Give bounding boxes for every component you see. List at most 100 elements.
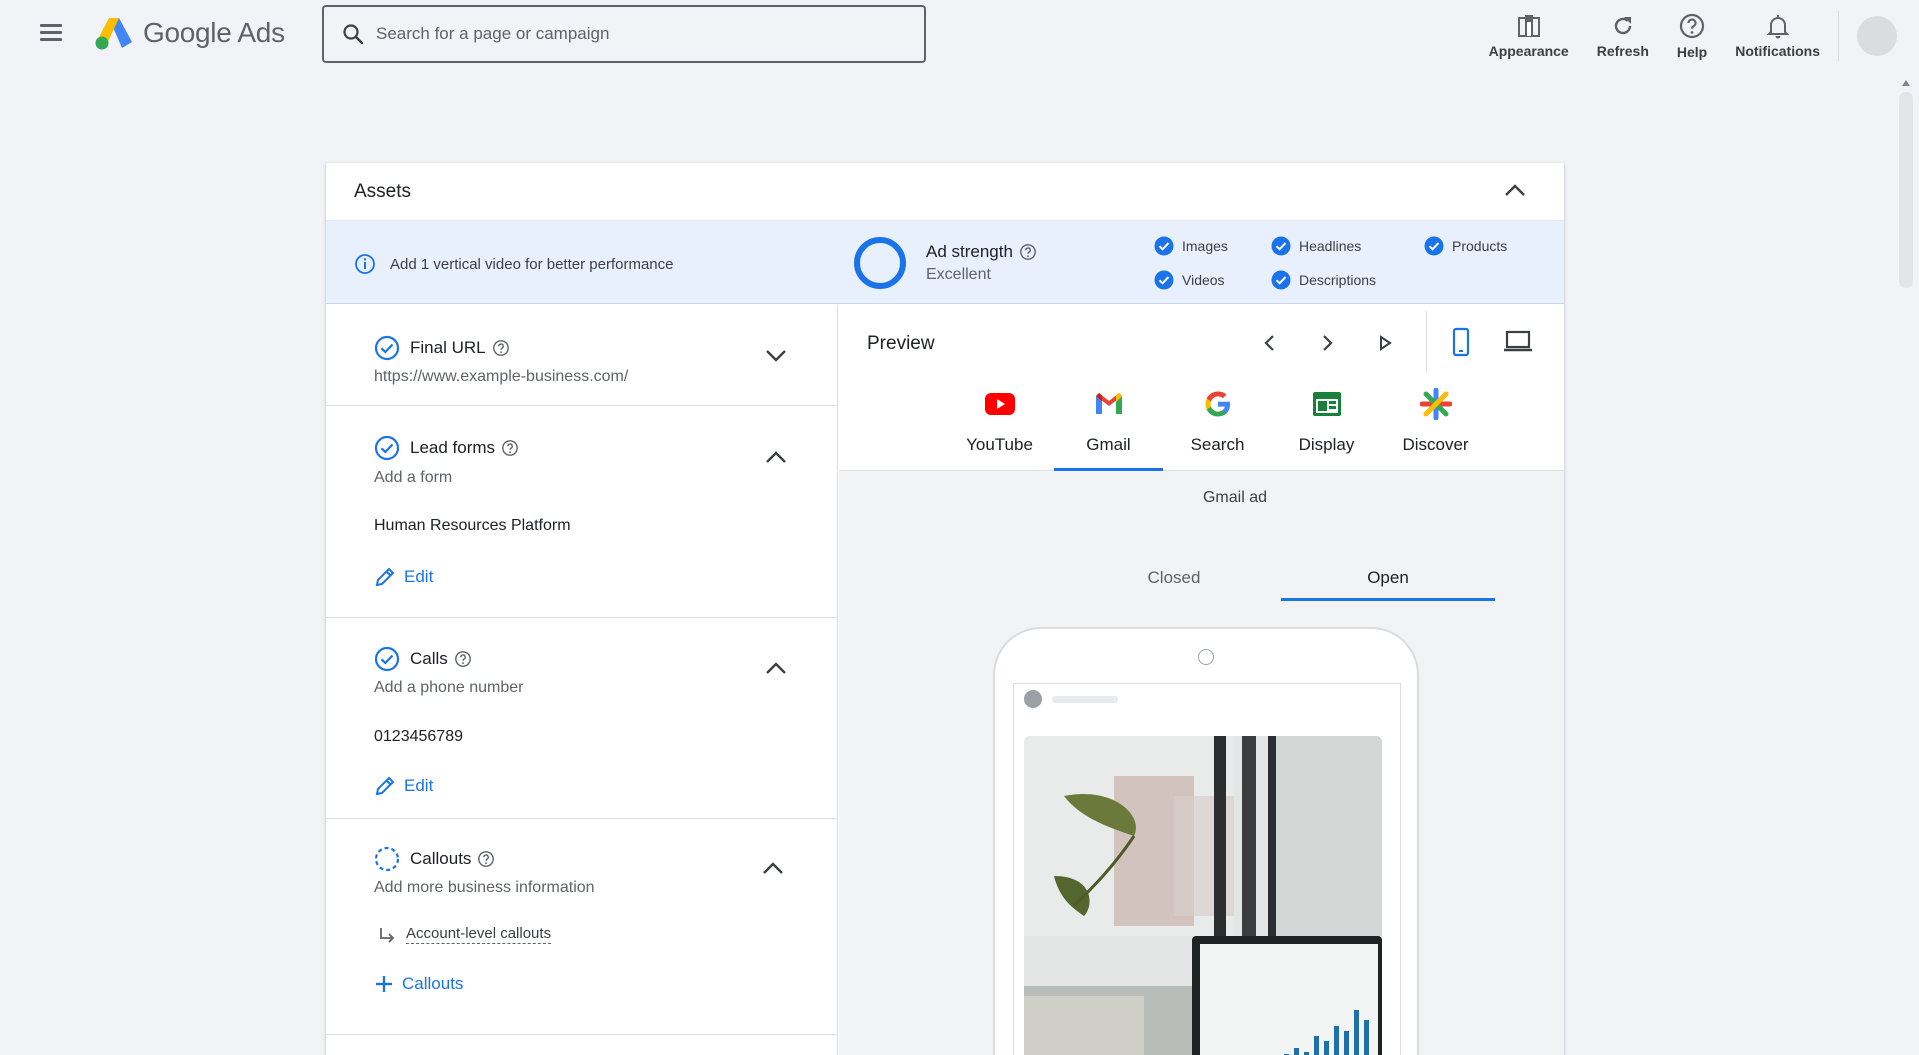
help-icon (1679, 13, 1705, 39)
dashed-circle-icon (374, 846, 400, 872)
check-outline-icon (374, 435, 400, 461)
check-circle-icon (1271, 270, 1291, 290)
check-videos: Videos (1154, 270, 1225, 290)
check-headlines: Headlines (1271, 236, 1361, 256)
refresh-icon (1614, 17, 1631, 35)
channel-label: Search (1190, 435, 1245, 454)
calls-edit-button[interactable]: Edit (374, 775, 433, 797)
tab-youtube[interactable]: YouTube (945, 383, 1054, 471)
top-divider (1838, 11, 1839, 61)
youtube-icon (984, 393, 1015, 415)
refresh-label: Refresh (1596, 43, 1649, 59)
final-url-section[interactable]: Final URL https://www.example-business.c… (326, 305, 837, 406)
check-circle-icon (1424, 236, 1444, 256)
ad-type-label: Gmail ad (1202, 489, 1268, 506)
google-ads-logo-icon (95, 18, 132, 50)
appearance-label: Appearance (1488, 43, 1569, 59)
check-outline-icon (374, 646, 400, 672)
chevron-up-icon[interactable] (765, 661, 787, 675)
chevron-left-icon[interactable] (1260, 331, 1280, 355)
channel-label: Discover (1402, 435, 1469, 454)
asset-sections: Final URL https://www.example-business.c… (326, 305, 838, 1055)
lead-forms-section: Lead forms Add a form Human Resources Pl… (326, 406, 837, 618)
ad-image (1024, 736, 1382, 1055)
mobile-device-icon[interactable] (1451, 327, 1471, 357)
help-icon[interactable] (492, 339, 510, 357)
check-circle-icon (1154, 270, 1174, 290)
chevron-up-icon[interactable] (762, 861, 784, 875)
google-g-icon (1205, 391, 1230, 417)
check-circle-icon (1271, 236, 1291, 256)
lead-forms-subtitle: Add a form (374, 469, 453, 486)
calls-title: Calls (410, 649, 448, 668)
help-icon[interactable] (454, 650, 472, 668)
check-descriptions: Descriptions (1271, 270, 1376, 290)
preview-panel: Preview YouTube Gmail Search Display Dis… (839, 305, 1564, 1055)
ad-strength: Ad strength Excellent (926, 242, 1037, 284)
appearance-button[interactable]: Appearance (1475, 0, 1583, 72)
gmail-preview: Gmail ad Closed Open (907, 471, 1563, 1055)
notifications-button[interactable]: Notifications (1721, 0, 1834, 72)
channel-label: Display (1298, 435, 1355, 454)
pencil-icon (375, 776, 395, 796)
scroll-up-arrow[interactable] (1902, 80, 1910, 86)
gmail-icon (1095, 393, 1122, 414)
lead-form-value: Human Resources Platform (374, 517, 571, 534)
edit-label: Edit (404, 776, 434, 795)
help-button[interactable]: Help (1663, 0, 1721, 72)
app-name: Google Ads (143, 17, 285, 48)
callouts-title: Callouts (410, 849, 472, 868)
channel-tabs: YouTube Gmail Search Display Discover (945, 383, 1490, 471)
assets-header[interactable]: Assets (326, 163, 1564, 221)
refresh-button[interactable]: Refresh (1583, 0, 1663, 72)
check-label: Products (1452, 238, 1508, 254)
chevron-up-icon[interactable] (1504, 183, 1526, 197)
sender-line (1052, 696, 1118, 703)
account-level-callouts[interactable]: Account-level callouts (378, 925, 552, 944)
tab-open[interactable]: Open (1281, 555, 1495, 601)
check-label: Headlines (1299, 238, 1362, 254)
help-icon[interactable] (1019, 243, 1037, 261)
help-icon[interactable] (501, 439, 519, 457)
search-input[interactable] (376, 24, 896, 44)
chevron-right-icon[interactable] (1317, 331, 1337, 355)
final-url-title: Final URL (410, 338, 486, 357)
tab-discover[interactable]: Discover (1381, 383, 1490, 471)
pencil-icon (375, 567, 395, 587)
tab-gmail[interactable]: Gmail (1054, 383, 1163, 471)
callouts-section: Callouts Add more business information A… (326, 819, 837, 1035)
sender-avatar (1024, 690, 1042, 708)
check-products: Products (1424, 236, 1507, 256)
channel-label: YouTube (966, 435, 1033, 454)
help-icon[interactable] (477, 850, 495, 868)
assets-title: Assets (354, 180, 412, 202)
top-bar: Google Ads Appearance Refresh (0, 0, 1919, 72)
tab-display[interactable]: Display (1272, 383, 1381, 471)
tab-search[interactable]: Search (1163, 383, 1272, 471)
account-level-callouts-link[interactable]: Account-level callouts (406, 925, 552, 944)
lead-forms-edit-button[interactable]: Edit (374, 566, 433, 588)
info-icon (355, 254, 375, 274)
check-circle-icon (1154, 236, 1174, 256)
chevron-down-icon[interactable] (765, 349, 787, 363)
main-menu-button[interactable] (36, 20, 66, 50)
check-images: Images (1154, 236, 1228, 256)
preview-title: Preview (867, 333, 935, 354)
subdirectory-arrow-icon (380, 927, 395, 943)
help-label: Help (1676, 44, 1708, 60)
ad-strength-label: Ad strength (926, 242, 1013, 261)
preview-body: Gmail ad Closed Open (839, 471, 1564, 1055)
check-label: Videos (1182, 272, 1225, 288)
display-icon (1312, 392, 1341, 416)
chevron-up-icon[interactable] (765, 450, 787, 464)
desktop-device-icon[interactable] (1503, 329, 1533, 353)
view-tabs: Closed Open (1067, 555, 1495, 601)
page-scrollbar[interactable] (1899, 92, 1913, 288)
tab-closed[interactable]: Closed (1067, 555, 1281, 601)
add-callouts-button[interactable]: Callouts (374, 974, 463, 994)
google-ads-logo[interactable]: Google Ads (95, 16, 285, 50)
avatar[interactable] (1857, 16, 1897, 56)
search-box[interactable] (322, 5, 926, 63)
play-icon[interactable] (1375, 331, 1395, 355)
phone-camera (1198, 649, 1214, 665)
